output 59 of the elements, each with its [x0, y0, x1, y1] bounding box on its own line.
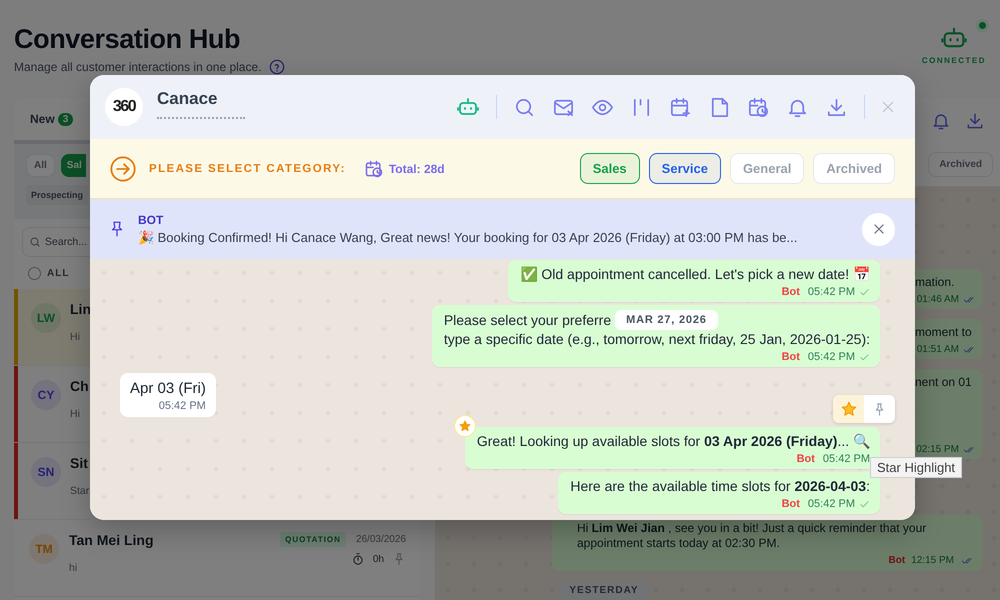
message-time: 05:42 PM: [808, 351, 855, 364]
category-chip[interactable]: General: [730, 153, 804, 184]
sender-label: Bot: [782, 498, 800, 511]
stage-filter[interactable]: Prospecting: [26, 185, 88, 205]
message-preview: Hi: [70, 331, 80, 343]
filter-chip[interactable]: All: [26, 154, 55, 177]
message-text: mation.: [915, 275, 956, 289]
total-duration: Total: 28d: [388, 162, 445, 176]
message-text: Apr 03 (Fri): [130, 379, 206, 398]
category-chip[interactable]: Sales: [580, 153, 640, 184]
message-text: Here are the available time slots for 2026-04-03:: [570, 477, 870, 496]
date-text: 26/03/2026: [356, 534, 406, 545]
conversation-item[interactable]: LW Lin Hi: [14, 289, 90, 366]
message-text: Please select your preferre: [444, 310, 612, 330]
tab[interactable]: New 3: [30, 108, 74, 130]
duration-text: 0h: [372, 554, 384, 564]
message-text: Hi Lim Wei Jian , see you in a bit! Just a quick reminder that your appointment starts today at 02:30 PM.: [577, 521, 928, 551]
connection-status: CONNECTED: [922, 56, 986, 65]
contact-name: Lin: [70, 301, 91, 317]
count-badge: 3: [58, 112, 74, 126]
category-prompt: PLEASE SELECT CATEGORY:: [149, 162, 346, 174]
page-subtitle: Manage all customer interactions in one place.: [14, 60, 262, 74]
search-field[interactable]: Search...: [22, 227, 90, 257]
message-preview: hi: [69, 562, 78, 574]
message-text: ✅ Old appointment cancelled. Let's pick a new date! 📅: [520, 265, 870, 284]
message-time: 05:42 PM: [808, 498, 855, 511]
checkbox-label: ALL: [47, 268, 70, 278]
stage-tag: QUOTATION: [280, 532, 346, 547]
contact-name: Sit: [70, 455, 88, 471]
message-preview: Hi: [70, 408, 80, 420]
filter-chip[interactable]: Sal: [60, 154, 86, 177]
filter-chip[interactable]: Archived: [928, 152, 993, 178]
company-logo: 360: [105, 88, 143, 126]
tooltip: Star Highlight: [870, 457, 962, 478]
date-divider: MAR 27, 2026: [615, 310, 718, 330]
pinned-sender: BOT: [138, 213, 164, 227]
pinned-message: 🎉 Booking Confirmed! Hi Canace Wang, Great news! Your booking for 03 Apr 2026 (Friday) at 03:00 PM has be...: [138, 230, 798, 245]
message-text: nent on 01: [915, 375, 973, 389]
message-time: 02:15 PM: [916, 444, 959, 455]
category-chip[interactable]: Service: [648, 153, 721, 184]
message-time: 05:42 PM: [808, 286, 855, 299]
contact-name: Ch: [70, 378, 89, 394]
message-text: type a specific date (e.g., tomorrow, next friday, 25 Jan, 2026-01-25):: [444, 330, 870, 349]
message-text: Great! Looking up available slots for 03 Apr 2026 (Friday)... 🔍: [476, 432, 870, 451]
message-time: 01:51 AM: [916, 344, 959, 355]
message-time: 12:15 PM: [911, 555, 954, 566]
page-title: Conversation Hub: [14, 24, 242, 55]
sender-label: Bot: [796, 453, 815, 466]
message-text: moment to: [915, 325, 973, 339]
sender-label: Bot: [782, 286, 800, 299]
contact-name: Canace: [157, 89, 218, 109]
message-time: 05:42 PM: [822, 453, 870, 466]
contact-name: Tan Mei Ling: [69, 532, 154, 548]
message-time: 01:46 AM: [916, 294, 959, 305]
message-time: 05:42 PM: [158, 400, 206, 413]
sender-label: Bot: [782, 351, 800, 364]
category-chip[interactable]: Archived: [813, 153, 895, 184]
sender-label: Bot: [888, 555, 906, 566]
message-preview: Star: [70, 485, 90, 497]
